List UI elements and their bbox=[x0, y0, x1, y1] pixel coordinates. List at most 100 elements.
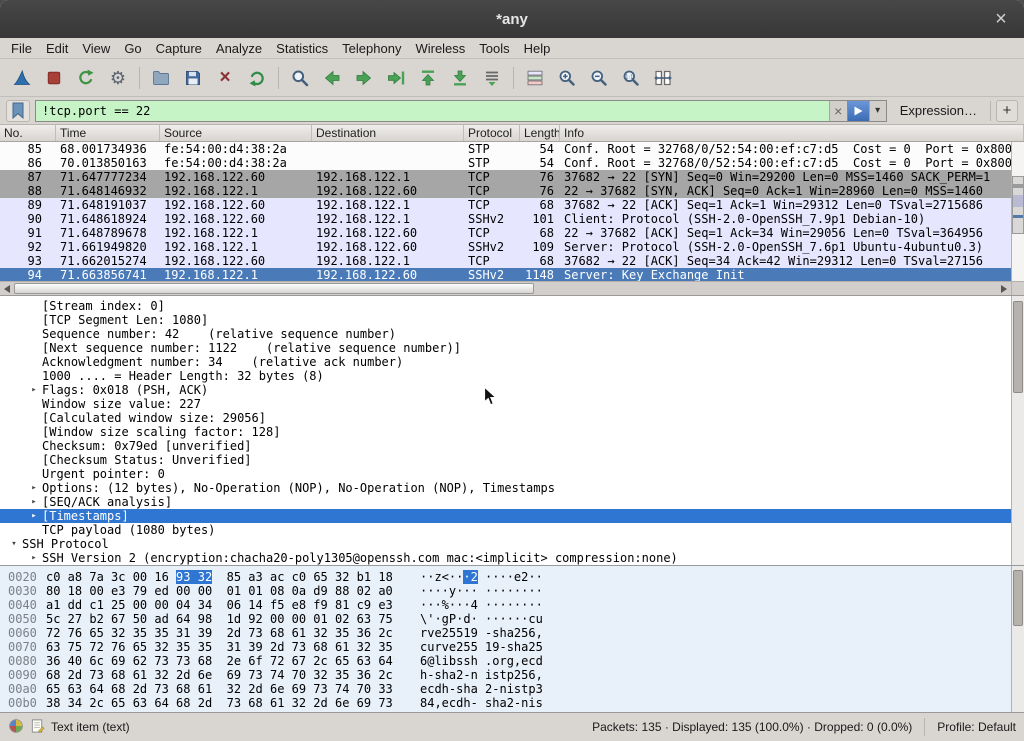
hex-ascii[interactable]: rve25519 -sha256, bbox=[420, 626, 543, 640]
detail-line[interactable]: [TCP Segment Len: 1080] bbox=[0, 313, 1011, 327]
packet-cell-time[interactable]: 71.647777234 bbox=[56, 170, 160, 184]
packet-cell-destination[interactable]: 192.168.122.60 bbox=[312, 226, 464, 240]
packet-cell-time[interactable]: 71.648191037 bbox=[56, 198, 160, 212]
detail-line[interactable]: Acknowledgment number: 34 (relative ack … bbox=[0, 355, 1011, 369]
packet-cell-info[interactable]: Server: Key Exchange Init bbox=[560, 268, 1011, 282]
vscrollbar-thumb[interactable] bbox=[1012, 176, 1024, 235]
go-to-packet-button[interactable] bbox=[381, 63, 411, 93]
expander-open-icon[interactable]: ▾ bbox=[6, 537, 22, 551]
packet-cell-time[interactable]: 71.648146932 bbox=[56, 184, 160, 198]
packet-cell-protocol[interactable]: STP bbox=[464, 142, 520, 156]
hex-ascii[interactable]: ···%···4 ········ bbox=[420, 598, 543, 612]
detail-line[interactable]: Window size value: 227 bbox=[0, 397, 1011, 411]
menu-telephony[interactable]: Telephony bbox=[335, 38, 408, 58]
packet-cell-length[interactable]: 76 bbox=[520, 170, 560, 184]
packet-list-hscrollbar[interactable] bbox=[0, 281, 1011, 295]
hex-row[interactable]: 0020c0 a8 7a 3c 00 16 93 32 85 a3 ac c0 … bbox=[0, 570, 1011, 584]
packet-cell-destination[interactable]: 192.168.122.1 bbox=[312, 198, 464, 212]
hex-row[interactable]: 007063 75 72 76 65 32 35 35 31 39 2d 73 … bbox=[0, 640, 1011, 654]
packet-cell-time[interactable]: 70.013850163 bbox=[56, 156, 160, 170]
menu-edit[interactable]: Edit bbox=[39, 38, 75, 58]
packet-cell-source[interactable]: fe:54:00:d4:38:2a bbox=[160, 142, 312, 156]
packet-row[interactable]: 8871.648146932192.168.122.1192.168.122.6… bbox=[0, 184, 1011, 198]
packet-cell-info[interactable]: 37682 → 22 [ACK] Seq=34 Ack=42 Win=29312… bbox=[560, 254, 1011, 268]
packet-cell-source[interactable]: 192.168.122.1 bbox=[160, 268, 312, 282]
go-first-button[interactable] bbox=[413, 63, 443, 93]
details-vscrollbar-thumb[interactable] bbox=[1013, 301, 1023, 392]
hex-bytes[interactable]: 63 75 72 76 65 32 35 35 31 39 2d 73 68 6… bbox=[46, 640, 408, 654]
packet-cell-info[interactable]: 37682 → 22 [ACK] Seq=1 Ack=1 Win=29312 L… bbox=[560, 198, 1011, 212]
packet-cell-length[interactable]: 109 bbox=[520, 240, 560, 254]
packet-cell-time[interactable]: 71.648618924 bbox=[56, 212, 160, 226]
hex-bytes[interactable]: a1 dd c1 25 00 00 04 34 06 14 f5 e8 f9 8… bbox=[46, 598, 408, 612]
detail-line[interactable]: ▾SSH Protocol bbox=[0, 537, 1011, 551]
packet-cell-info[interactable]: Conf. Root = 32768/0/52:54:00:ef:c7:d5 C… bbox=[560, 156, 1011, 170]
packet-cell-no[interactable]: 88 bbox=[0, 184, 56, 198]
packet-row[interactable]: 8971.648191037192.168.122.60192.168.122.… bbox=[0, 198, 1011, 212]
packet-cell-destination[interactable]: 192.168.122.60 bbox=[312, 240, 464, 254]
packet-cell-destination[interactable]: 192.168.122.1 bbox=[312, 212, 464, 226]
packet-cell-protocol[interactable]: SSHv2 bbox=[464, 268, 520, 282]
column-header-protocol[interactable]: Protocol bbox=[464, 125, 520, 141]
packet-cell-source[interactable]: fe:54:00:d4:38:2a bbox=[160, 156, 312, 170]
packet-cell-protocol[interactable]: SSHv2 bbox=[464, 240, 520, 254]
go-last-button[interactable] bbox=[445, 63, 475, 93]
column-header-time[interactable]: Time bbox=[56, 125, 160, 141]
packet-cell-no[interactable]: 85 bbox=[0, 142, 56, 156]
hex-bytes[interactable]: 80 18 00 e3 79 ed 00 00 01 01 08 0a d9 8… bbox=[46, 584, 408, 598]
packet-cell-length[interactable]: 76 bbox=[520, 184, 560, 198]
hex-ascii[interactable]: h-sha2-n istp256, bbox=[420, 668, 543, 682]
packet-cell-time[interactable]: 71.663856741 bbox=[56, 268, 160, 282]
packet-cell-source[interactable]: 192.168.122.1 bbox=[160, 226, 312, 240]
packet-cell-destination[interactable] bbox=[312, 156, 464, 170]
detail-line[interactable]: ▸Flags: 0x018 (PSH, ACK) bbox=[0, 383, 1011, 397]
packet-cell-destination[interactable]: 192.168.122.60 bbox=[312, 184, 464, 198]
packet-cell-length[interactable]: 54 bbox=[520, 142, 560, 156]
hex-row[interactable]: 006072 76 65 32 35 35 31 39 2d 73 68 61 … bbox=[0, 626, 1011, 640]
hex-row[interactable]: 009068 2d 73 68 61 32 2d 6e 69 73 74 70 … bbox=[0, 668, 1011, 682]
hex-bytes[interactable]: 5c 27 b2 67 50 ad 64 98 1d 92 00 00 01 0… bbox=[46, 612, 408, 626]
packet-cell-info[interactable]: Server: Protocol (SSH-2.0-OpenSSH_7.6p1 … bbox=[560, 240, 1011, 254]
packet-cell-info[interactable]: Conf. Root = 32768/0/52:54:00:ef:c7:d5 C… bbox=[560, 142, 1011, 156]
packet-cell-no[interactable]: 92 bbox=[0, 240, 56, 254]
detail-line[interactable]: ▸[Timestamps] bbox=[0, 509, 1011, 523]
add-filter-button[interactable]: + bbox=[996, 100, 1018, 122]
packet-cell-protocol[interactable]: TCP bbox=[464, 170, 520, 184]
hex-ascii[interactable]: 6@libssh .org,ecd bbox=[420, 654, 543, 668]
expander-closed-icon[interactable]: ▸ bbox=[26, 383, 42, 397]
hex-bytes[interactable]: 68 2d 73 68 61 32 2d 6e 69 73 74 70 32 3… bbox=[46, 668, 408, 682]
go-forward-button[interactable] bbox=[349, 63, 379, 93]
detail-line[interactable]: Checksum: 0x79ed [unverified] bbox=[0, 439, 1011, 453]
save-capture-button[interactable] bbox=[178, 63, 208, 93]
packet-cell-destination[interactable] bbox=[312, 142, 464, 156]
hex-row[interactable]: 0040a1 dd c1 25 00 00 04 34 06 14 f5 e8 … bbox=[0, 598, 1011, 612]
column-header-length[interactable]: Length bbox=[520, 125, 560, 141]
menu-analyze[interactable]: Analyze bbox=[209, 38, 269, 58]
go-back-button[interactable] bbox=[317, 63, 347, 93]
menu-wireless[interactable]: Wireless bbox=[408, 38, 472, 58]
column-header-no[interactable]: No. bbox=[0, 125, 56, 141]
menu-help[interactable]: Help bbox=[517, 38, 558, 58]
packet-cell-no[interactable]: 87 bbox=[0, 170, 56, 184]
packet-cell-source[interactable]: 192.168.122.60 bbox=[160, 170, 312, 184]
packet-cell-destination[interactable]: 192.168.122.1 bbox=[312, 254, 464, 268]
hex-row[interactable]: 008036 40 6c 69 62 73 73 68 2e 6f 72 67 … bbox=[0, 654, 1011, 668]
expander-closed-icon[interactable]: ▸ bbox=[26, 551, 42, 565]
column-header-info[interactable]: Info bbox=[560, 125, 1024, 141]
filter-bookmark-button[interactable] bbox=[6, 100, 30, 122]
start-capture-button[interactable] bbox=[7, 63, 37, 93]
packet-cell-info[interactable]: Client: Protocol (SSH-2.0-OpenSSH_7.9p1 … bbox=[560, 212, 1011, 226]
resize-columns-button[interactable] bbox=[648, 63, 678, 93]
packet-cell-protocol[interactable]: TCP bbox=[464, 184, 520, 198]
packet-cell-protocol[interactable]: SSHv2 bbox=[464, 212, 520, 226]
hex-bytes[interactable]: 72 76 65 32 35 35 31 39 2d 73 68 61 32 3… bbox=[46, 626, 408, 640]
scroll-left-arrow-icon[interactable] bbox=[0, 282, 14, 295]
packet-cell-info[interactable]: 22 → 37682 [ACK] Seq=1 Ack=34 Win=29056 … bbox=[560, 226, 1011, 240]
zoom-reset-button[interactable]: 1:1 bbox=[616, 63, 646, 93]
details-vscrollbar[interactable] bbox=[1011, 296, 1024, 565]
packet-cell-length[interactable]: 68 bbox=[520, 254, 560, 268]
packet-cell-length[interactable]: 68 bbox=[520, 226, 560, 240]
packet-cell-time[interactable]: 71.661949820 bbox=[56, 240, 160, 254]
hex-row[interactable]: 00a065 63 64 68 2d 73 68 61 32 2d 6e 69 … bbox=[0, 682, 1011, 696]
hex-bytes[interactable]: 65 63 64 68 2d 73 68 61 32 2d 6e 69 73 7… bbox=[46, 682, 408, 696]
